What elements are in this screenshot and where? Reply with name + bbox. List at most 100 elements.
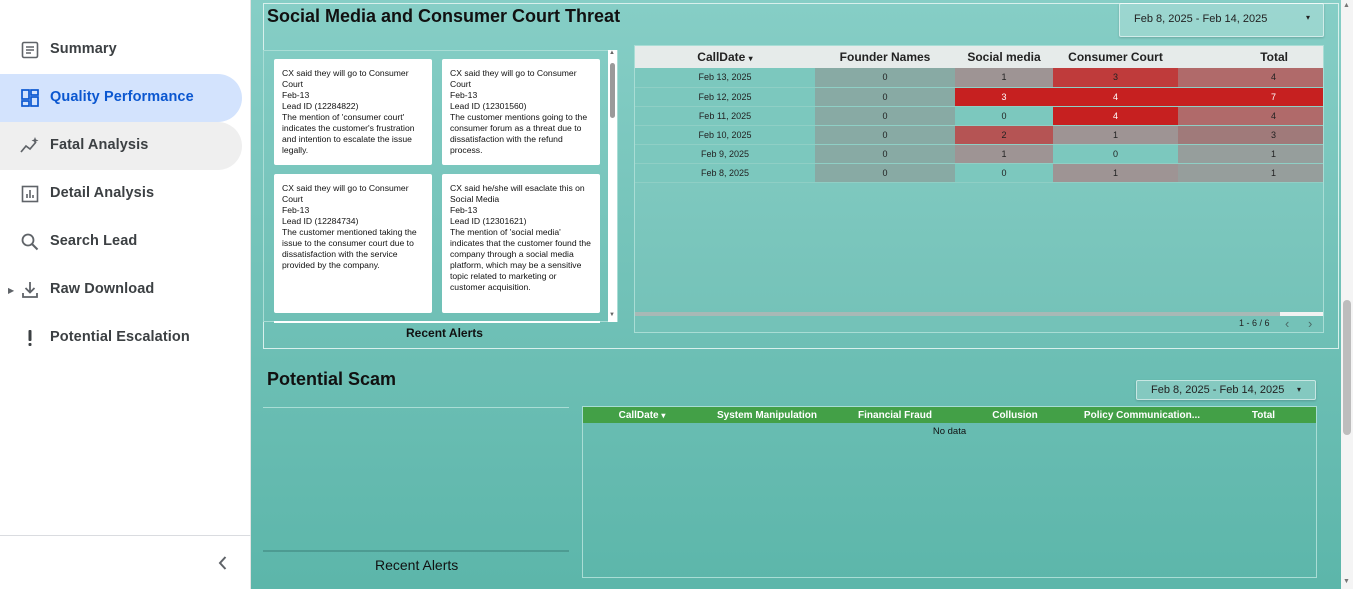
cell-social-media: 0 — [955, 106, 1053, 126]
sparkle-trend-icon — [20, 136, 40, 156]
alert-card[interactable]: CX said he/she will esaclate this on Soc… — [442, 174, 600, 313]
cell-founder-names: 0 — [815, 144, 955, 164]
cell-consumer-court: 3 — [1053, 68, 1178, 88]
prev-page-icon[interactable]: ‹ — [1285, 316, 1289, 331]
cell-founder-names: 0 — [815, 106, 955, 126]
cell-consumer-court: 1 — [1053, 125, 1178, 145]
nav-detail-analysis-label: Detail Analysis — [50, 185, 155, 201]
cell-calldate: Feb 10, 2025 — [635, 125, 815, 145]
horizontal-scrollbar[interactable] — [635, 312, 1323, 316]
no-data-text: No data — [932, 426, 967, 437]
cell-consumer-court: 1 — [1053, 163, 1178, 183]
recent-alerts-caption: Recent Alerts — [406, 326, 483, 340]
cell-consumer-court: 0 — [1053, 144, 1178, 164]
cell-founder-names: 0 — [815, 125, 955, 145]
nav-raw-download[interactable]: ▶ Raw Download — [0, 266, 242, 314]
nav-quality-performance-label: Quality Performance — [50, 89, 194, 105]
alerts-scroll-thumb[interactable] — [610, 63, 615, 118]
nav-quality-performance[interactable]: Quality Performance — [0, 74, 242, 122]
collapse-sidebar-icon[interactable] — [213, 553, 233, 573]
col-header-collusion[interactable]: Collusion — [957, 407, 1073, 423]
cell-social-media: 1 — [955, 68, 1053, 88]
cell-calldate: Feb 13, 2025 — [635, 68, 815, 88]
table-row: Feb 12, 2025 0 3 4 7 — [635, 87, 1323, 107]
col-header-total[interactable]: Total — [1211, 407, 1316, 423]
alert-card-text: Feb-13 — [450, 205, 478, 215]
recent-alerts-caption: Recent Alerts — [375, 557, 459, 573]
table-row: Feb 9, 2025 0 1 0 1 — [635, 144, 1323, 164]
table-header-row: CallDate ▾ System Manipulation Financial… — [583, 407, 1316, 423]
cell-calldate: Feb 8, 2025 — [635, 163, 815, 183]
col-header-consumer-court[interactable]: Consumer Court — [1053, 46, 1178, 68]
sidebar-divider — [0, 535, 251, 536]
pagination-text: 1 - 6 / 6 — [1239, 318, 1270, 328]
page-scrollbar[interactable]: ▲ ▼ — [1341, 0, 1353, 589]
cell-total: 4 — [1178, 106, 1323, 126]
alert-card-text: The mention of 'consumer court' indicate… — [282, 112, 415, 155]
nav-summary-label: Summary — [50, 41, 117, 57]
cell-founder-names: 0 — [815, 68, 955, 88]
col-header-total[interactable]: Total — [1178, 46, 1323, 68]
sidebar: Summary Quality Performance Fatal Analys… — [0, 0, 251, 589]
alert-card-text: CX said they will go to Consumer Court — [450, 68, 577, 89]
col-header-calldate[interactable]: CallDate ▾ — [583, 407, 701, 423]
cell-total: 1 — [1178, 163, 1323, 183]
alert-card-text: The customer mentioned taking the issue … — [282, 227, 417, 270]
col-header-system-manipulation[interactable]: System Manipulation — [701, 407, 833, 423]
sort-desc-icon[interactable]: ▾ — [749, 54, 753, 63]
nav-search-lead-label: Search Lead — [50, 233, 138, 249]
scroll-up-arrow-icon[interactable]: ▲ — [609, 50, 615, 56]
cell-calldate: Feb 9, 2025 — [635, 144, 815, 164]
nav-potential-escalation-label: Potential Escalation — [50, 329, 190, 345]
date-range-text: Feb 8, 2025 - Feb 14, 2025 — [1134, 13, 1268, 25]
bar-chart-icon — [20, 184, 40, 204]
nav-potential-escalation[interactable]: Potential Escalation — [0, 314, 242, 362]
search-icon — [20, 232, 40, 252]
date-range-picker[interactable]: Feb 8, 2025 - Feb 14, 2025 ▾ — [1119, 3, 1324, 37]
alert-card[interactable]: CX said they will go to Consumer Court F… — [274, 174, 432, 313]
next-card-edge — [274, 321, 600, 323]
scroll-down-arrow-icon[interactable]: ▼ — [1343, 578, 1350, 585]
page-scroll-thumb[interactable] — [1343, 300, 1351, 435]
alert-card-text: CX said they will go to Consumer Court — [282, 183, 409, 204]
scroll-up-arrow-icon[interactable]: ▲ — [1343, 2, 1350, 9]
sort-desc-icon[interactable]: ▾ — [661, 411, 665, 420]
cell-total: 4 — [1178, 68, 1323, 88]
cell-social-media: 2 — [955, 125, 1053, 145]
cell-social-media: 3 — [955, 87, 1053, 107]
nav-search-lead[interactable]: Search Lead — [0, 218, 242, 266]
nav-detail-analysis[interactable]: Detail Analysis — [0, 170, 242, 218]
cell-total: 3 — [1178, 125, 1323, 145]
report-canvas: Social Media and Consumer Court Threat F… — [251, 0, 1341, 589]
cell-founder-names: 0 — [815, 87, 955, 107]
date-range-picker[interactable]: Feb 8, 2025 - Feb 14, 2025 ▾ — [1136, 380, 1316, 400]
col-header-founder-names[interactable]: Founder Names — [815, 46, 955, 68]
exclamation-icon — [20, 328, 40, 348]
table-row: Feb 8, 2025 0 0 1 1 — [635, 163, 1323, 183]
col-header-social-media[interactable]: Social media — [955, 46, 1053, 68]
alert-card-text: Feb-13 — [282, 205, 310, 215]
threat-table: CallDate ▾ Founder Names Social media Co… — [635, 46, 1323, 183]
nav-summary[interactable]: Summary — [0, 26, 242, 74]
alerts-scrollbar[interactable]: ▲ ▼ — [608, 50, 617, 322]
cell-calldate: Feb 11, 2025 — [635, 106, 815, 126]
section-title: Social Media and Consumer Court Threat — [267, 6, 621, 26]
expand-caret-icon[interactable]: ▶ — [8, 286, 14, 295]
next-page-icon[interactable]: › — [1308, 316, 1312, 331]
col-header-financial-fraud[interactable]: Financial Fraud — [833, 407, 957, 423]
alert-card-text: Feb-13 — [282, 90, 310, 100]
alert-card[interactable]: CX said they will go to Consumer Court F… — [442, 59, 600, 165]
table-row: Feb 11, 2025 0 0 4 4 — [635, 106, 1323, 126]
scroll-down-arrow-icon[interactable]: ▼ — [609, 312, 615, 318]
dashboard-icon — [20, 88, 40, 108]
download-icon — [20, 280, 40, 300]
col-header-policy-communication[interactable]: Policy Communication... — [1073, 407, 1211, 423]
alert-card[interactable]: CX said they will go to Consumer Court F… — [274, 59, 432, 165]
alert-card-text: Lead ID (12301560) — [450, 101, 527, 111]
dropdown-arrow-icon: ▾ — [1306, 13, 1311, 22]
nav-fatal-analysis[interactable]: Fatal Analysis — [0, 122, 242, 170]
col-header-calldate[interactable]: CallDate ▾ — [635, 46, 815, 68]
table-row: Feb 13, 2025 0 1 3 4 — [635, 68, 1323, 88]
cell-total: 1 — [1178, 144, 1323, 164]
alert-card-text: Lead ID (12284822) — [282, 101, 359, 111]
